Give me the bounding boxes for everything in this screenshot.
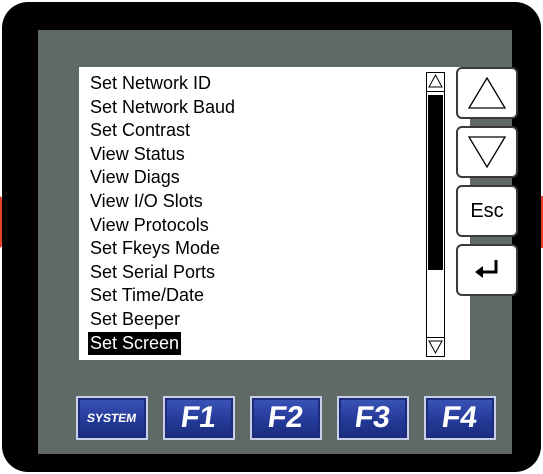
menu-item-set-time-date[interactable]: Set Time/Date [88,284,237,308]
menu-item-set-serial-ports[interactable]: Set Serial Ports [88,261,237,285]
menu-item-set-network-id[interactable]: Set Network ID [88,72,237,96]
menu-item-view-status[interactable]: View Status [88,143,237,167]
f2-key-label: F2 [266,401,306,434]
menu-item-view-diags[interactable]: View Diags [88,166,237,190]
lcd-screen: Set Network ID Set Network Baud Set Cont… [79,67,470,360]
f4-key-label: F4 [440,401,480,434]
menu-item-label-selected: Set Screen [88,331,182,356]
menu-item-label: Set Time/Date [90,285,205,306]
menu-item-label: View Status [90,143,185,164]
scroll-up-button[interactable] [427,73,444,92]
menu-item-label: Set Network Baud [90,96,236,117]
menu-item-set-beeper[interactable]: Set Beeper [88,308,237,332]
f1-key-label: F1 [179,401,219,434]
menu-item-label: View Protocols [90,214,209,235]
scroll-down-button[interactable] [427,337,444,356]
down-triangle-icon [467,136,507,169]
menu-item-set-contrast[interactable]: Set Contrast [88,119,237,143]
menu-item-set-screen[interactable]: Set Screen [88,331,237,356]
esc-label: Esc [470,199,504,222]
menu-item-label: View Diags [90,167,180,188]
f1-key[interactable]: F1 [163,396,235,440]
menu-item-view-io-slots[interactable]: View I/O Slots [88,190,237,214]
menu-item-set-network-baud[interactable]: Set Network Baud [88,96,237,120]
menu-item-label: View I/O Slots [90,190,203,211]
up-triangle-icon [467,76,507,109]
f4-key[interactable]: F4 [424,396,496,440]
f3-key-label: F3 [353,401,393,434]
menu-item-label: Set Network ID [90,73,212,93]
menu-scrollbar[interactable] [426,72,445,357]
esc-button[interactable]: Esc [456,185,518,237]
menu-item-view-protocols[interactable]: View Protocols [88,214,237,238]
menu-item-label: Set Contrast [90,120,191,141]
enter-button[interactable] [456,244,518,296]
f3-key[interactable]: F3 [337,396,409,440]
scroll-down-icon [428,340,443,355]
system-key[interactable]: SYSTEM [76,396,148,440]
menu-item-label: Set Fkeys Mode [90,238,221,259]
scroll-thumb[interactable] [428,95,443,270]
up-button[interactable] [456,67,518,119]
menu-item-set-fkeys-mode[interactable]: Set Fkeys Mode [88,237,237,261]
device-faceplate: Set Network ID Set Network Baud Set Cont… [38,30,518,454]
f2-key[interactable]: F2 [250,396,322,440]
menu-item-label: Set Beeper [90,308,181,329]
menu-item-label: Set Serial Ports [90,261,216,282]
down-button[interactable] [456,126,518,178]
system-key-label: SYSTEM [86,411,138,425]
enter-arrow-icon [475,260,498,278]
scroll-up-icon [428,73,443,88]
system-menu: Set Network ID Set Network Baud Set Cont… [88,72,237,356]
